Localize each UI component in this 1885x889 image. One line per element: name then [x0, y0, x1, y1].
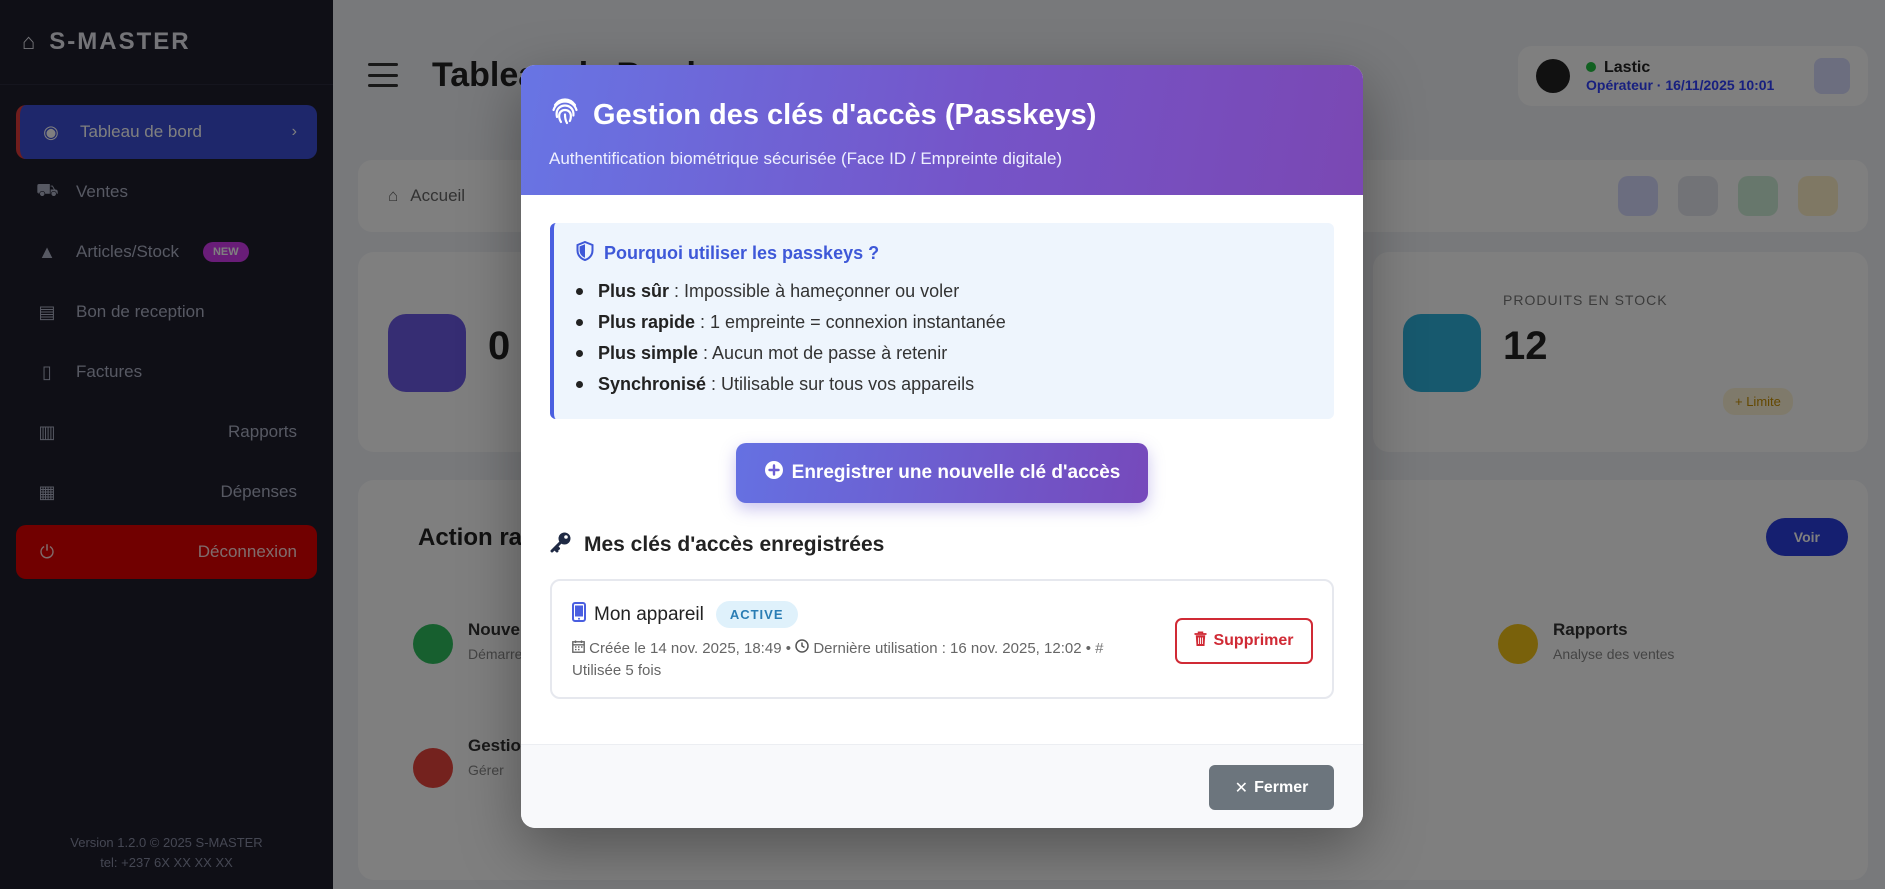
- modal-footer: ✕ Fermer: [521, 744, 1363, 828]
- benefit-text: : Utilisable sur tous vos appareils: [711, 374, 975, 394]
- list-item: Plus simple: Aucun mot de passe à reteni…: [576, 338, 1312, 369]
- close-button[interactable]: ✕ Fermer: [1209, 765, 1334, 810]
- info-title: Pourquoi utiliser les passkeys ?: [604, 243, 880, 263]
- plus-circle-icon: [764, 460, 784, 486]
- shield-icon: [576, 240, 594, 266]
- list-item: Synchronisé: Utilisable sur tous vos app…: [576, 369, 1312, 400]
- modal-header: Gestion des clés d'accès (Passkeys) Auth…: [521, 65, 1363, 195]
- created-date: Créée le 14 nov. 2025, 18:49: [589, 640, 782, 657]
- benefit-name: Plus sûr: [598, 281, 670, 301]
- benefit-text: : Aucun mot de passe à retenir: [703, 343, 948, 363]
- key-icon: [550, 531, 572, 559]
- passkey-name: Mon appareil: [594, 603, 704, 625]
- trash-icon: [1194, 630, 1207, 652]
- modal-title: Gestion des clés d'accès (Passkeys): [593, 98, 1097, 131]
- benefit-name: Plus simple: [598, 343, 699, 363]
- hashtag-icon: #: [1095, 640, 1104, 657]
- mobile-icon: [572, 602, 586, 627]
- benefit-name: Plus rapide: [598, 312, 696, 332]
- delete-passkey-button[interactable]: Supprimer: [1175, 618, 1313, 664]
- benefit-text: : Impossible à hameçonner ou voler: [674, 281, 960, 301]
- delete-label: Supprimer: [1213, 632, 1294, 649]
- fingerprint-icon: [549, 95, 581, 135]
- keys-section-title: Mes clés d'accès enregistrées: [584, 533, 885, 556]
- register-passkey-button[interactable]: Enregistrer une nouvelle clé d'accès: [736, 443, 1148, 503]
- register-button-label: Enregistrer une nouvelle clé d'accès: [791, 462, 1121, 483]
- list-item: Plus sûr: Impossible à hameçonner ou vol…: [576, 276, 1312, 307]
- close-label: Fermer: [1254, 778, 1309, 796]
- passkey-meta: Créée le 14 nov. 2025, 18:49 • Dernière …: [572, 639, 1104, 679]
- clock-icon: [795, 639, 813, 657]
- info-box: Pourquoi utiliser les passkeys ? Plus sû…: [550, 223, 1334, 419]
- passkeys-modal: Gestion des clés d'accès (Passkeys) Auth…: [521, 65, 1363, 828]
- last-used: Dernière utilisation : 16 nov. 2025, 12:…: [813, 640, 1082, 657]
- list-item: Plus rapide: 1 empreinte = connexion ins…: [576, 307, 1312, 338]
- benefit-name: Synchronisé: [598, 374, 707, 394]
- modal-body: Pourquoi utiliser les passkeys ? Plus sû…: [521, 195, 1363, 699]
- use-count: Utilisée 5 fois: [572, 662, 662, 679]
- benefits-list: Plus sûr: Impossible à hameçonner ou vol…: [576, 276, 1312, 400]
- calendar-icon: [572, 640, 589, 657]
- close-icon: ✕: [1234, 779, 1249, 797]
- passkey-item: Mon appareil ACTIVE Créée le 14 nov. 202…: [550, 579, 1334, 699]
- status-badge: ACTIVE: [715, 601, 798, 628]
- benefit-text: : 1 empreinte = connexion instantanée: [700, 312, 1006, 332]
- modal-subtitle: Authentification biométrique sécurisée (…: [549, 149, 1063, 168]
